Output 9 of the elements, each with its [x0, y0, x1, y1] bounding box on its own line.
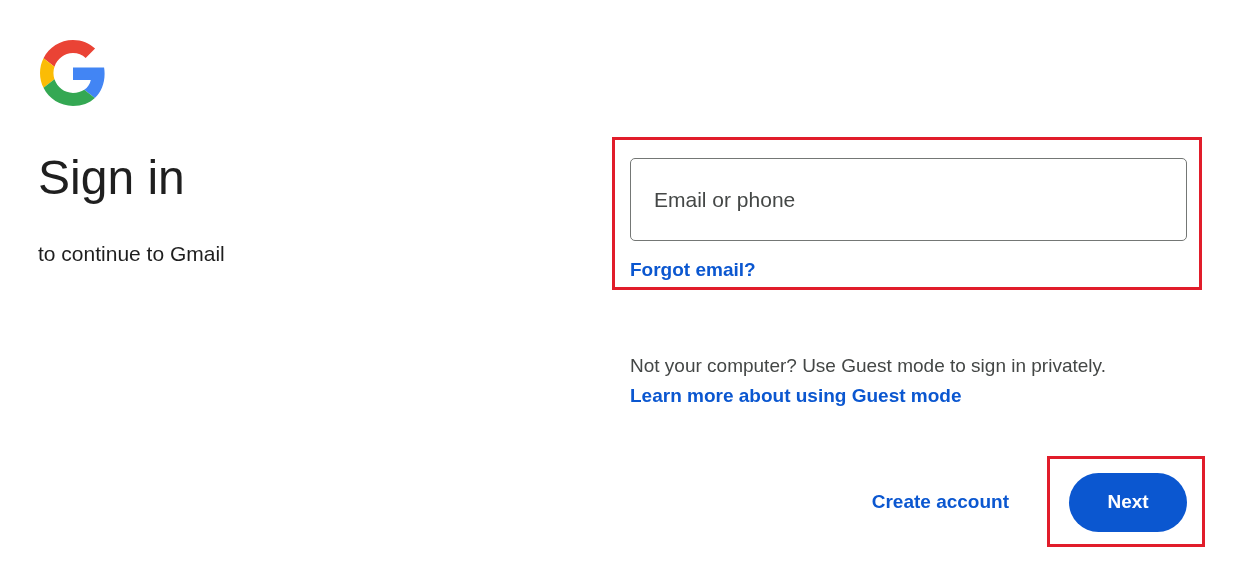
forgot-email-link[interactable]: Forgot email?: [630, 258, 756, 282]
email-field[interactable]: Email or phone: [630, 158, 1187, 241]
page-title: Sign in: [38, 150, 185, 206]
subtitle: to continue to Gmail: [38, 241, 225, 267]
guest-note: Not your computer? Use Guest mode to sign in privately.: [630, 354, 1107, 378]
create-account-button[interactable]: Create account: [847, 473, 1033, 532]
next-button[interactable]: Next: [1069, 473, 1187, 532]
guest-mode-link[interactable]: Learn more about using Guest mode: [630, 384, 962, 408]
logo-icon: [40, 40, 106, 106]
